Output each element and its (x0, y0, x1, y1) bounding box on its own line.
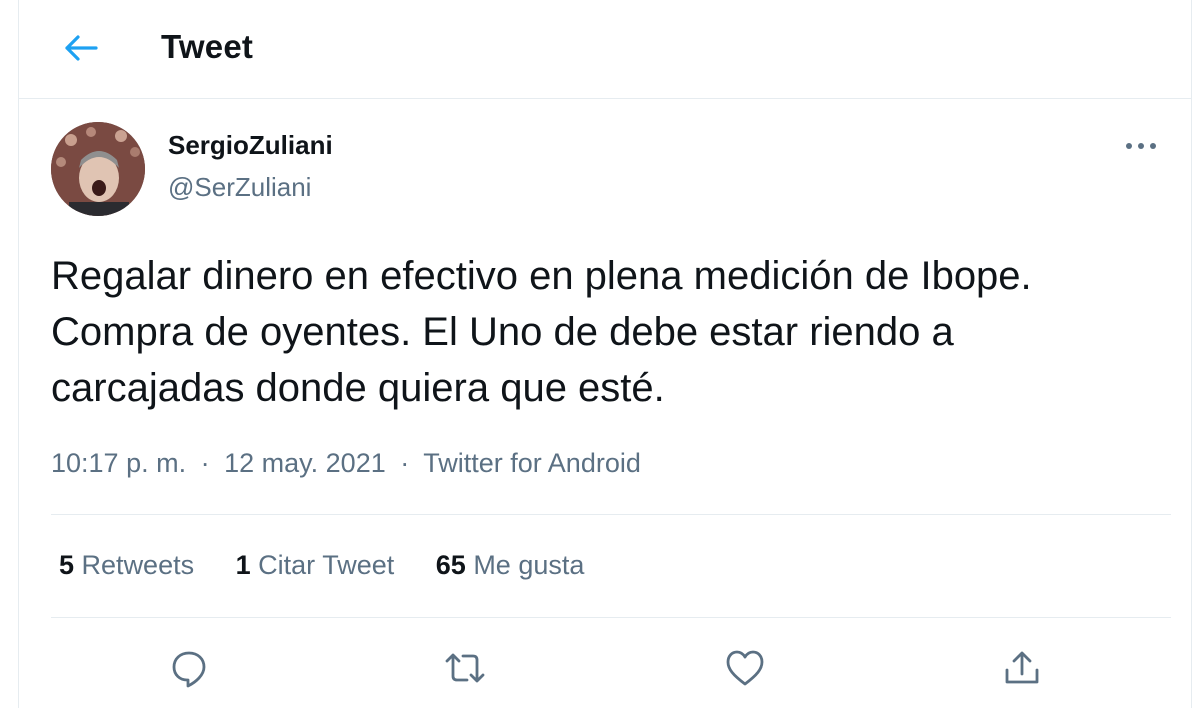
likes-count: 65 (435, 550, 466, 580)
retweets-count: 5 (59, 550, 75, 580)
avatar[interactable] (51, 122, 145, 216)
arrow-left-icon (64, 34, 98, 62)
like-icon (724, 648, 766, 688)
author-handle[interactable]: @SerZuliani (168, 172, 311, 203)
quotes-count: 1 (235, 550, 251, 580)
tweet-stats: 5 Retweets 1 Citar Tweet 65 Me gusta (59, 550, 618, 581)
divider (51, 617, 1171, 618)
more-dots-icon (1124, 141, 1158, 151)
author-display-name[interactable]: SergioZuliani (168, 130, 333, 161)
share-icon (1002, 648, 1042, 688)
likes-label: Me gusta (473, 550, 585, 580)
back-button[interactable] (57, 24, 105, 72)
retweet-button[interactable] (437, 640, 493, 696)
reply-button[interactable] (161, 640, 217, 696)
tweet-meta: 10:17 p. m. · 12 may. 2021 · Twitter for… (51, 448, 641, 479)
retweets-label: Retweets (81, 550, 195, 580)
tweet-text-line: carcajadas donde quiera que esté. (51, 366, 665, 410)
page-title: Tweet (161, 28, 254, 65)
likes-stat[interactable]: 65 Me gusta (436, 550, 585, 581)
reply-icon (169, 648, 209, 688)
tweet-page: Tweet SergioZuliani @SerZuliani Regalar … (18, 0, 1192, 708)
tweet-text-line: Regalar dinero en efectivo en plena medi… (51, 254, 1032, 298)
more-options-button[interactable] (1111, 124, 1171, 168)
tweet-text: Regalar dinero en efectivo en plena medi… (51, 248, 1171, 416)
tweet-source[interactable]: Twitter for Android (423, 448, 641, 478)
page-header: Tweet (19, 0, 1191, 99)
meta-separator: · (400, 448, 410, 478)
divider (51, 514, 1171, 515)
tweet-date[interactable]: 12 may. 2021 (224, 448, 386, 478)
meta-separator: · (200, 448, 210, 478)
share-button[interactable] (994, 640, 1050, 696)
quotes-stat[interactable]: 1 Citar Tweet (236, 550, 395, 581)
tweet-text-line: Compra de oyentes. El Uno de debe estar … (51, 310, 954, 354)
tweet-time[interactable]: 10:17 p. m. (51, 448, 186, 478)
retweet-icon (443, 648, 487, 688)
quotes-label: Citar Tweet (258, 550, 395, 580)
like-button[interactable] (717, 640, 773, 696)
retweets-stat[interactable]: 5 Retweets (59, 550, 194, 581)
